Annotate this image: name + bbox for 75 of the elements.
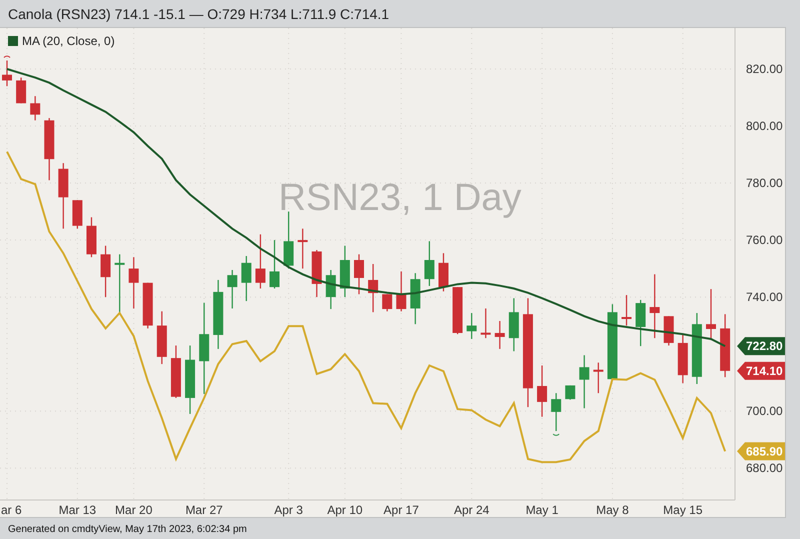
axis-label: Mar 27 xyxy=(185,503,223,517)
falling-candlestick xyxy=(44,118,54,180)
axis-label: Apr 24 xyxy=(454,503,490,517)
rising-candlestick xyxy=(551,393,562,432)
rising-candlestick xyxy=(636,300,646,346)
rising-candlestick xyxy=(114,254,125,313)
falling-candlestick xyxy=(650,274,660,338)
falling-candlestick xyxy=(72,200,82,229)
falling-candlestick xyxy=(354,254,364,294)
axis-label: Apr 3 xyxy=(274,503,303,517)
falling-candlestick xyxy=(622,295,632,326)
falling-candlestick xyxy=(382,294,392,312)
axis-label: Apr 10 xyxy=(327,503,363,517)
falling-candlestick xyxy=(678,334,688,384)
falling-candlestick xyxy=(16,78,26,104)
falling-candlestick xyxy=(2,60,12,86)
falling-candlestick xyxy=(452,287,463,334)
falling-candlestick xyxy=(86,217,96,258)
falling-candlestick xyxy=(255,234,266,288)
falling-candlestick xyxy=(170,346,181,398)
high-marker-icon xyxy=(4,56,10,58)
chart-watermark: RSN23, 1 Day xyxy=(278,177,522,219)
price-tag: 714.10 xyxy=(737,362,785,380)
rising-candlestick xyxy=(227,270,238,308)
falling-candlestick xyxy=(128,257,139,308)
rising-candlestick xyxy=(326,270,336,310)
axis-label: 740.00 xyxy=(746,290,783,304)
falling-candlestick xyxy=(494,321,505,349)
axis-label: Mar 20 xyxy=(115,503,152,517)
axis-label: ar 6 xyxy=(1,503,22,517)
falling-candlestick xyxy=(593,362,604,394)
axis-label: May 1 xyxy=(526,503,558,517)
falling-candlestick xyxy=(156,311,167,364)
axis-label: 680.00 xyxy=(746,461,783,476)
rising-candlestick xyxy=(692,313,702,384)
rising-candlestick xyxy=(410,273,420,324)
rising-candlestick xyxy=(340,246,350,298)
falling-candlestick xyxy=(720,314,730,378)
rising-candlestick xyxy=(185,346,196,414)
rising-candlestick xyxy=(270,240,280,288)
axis-label: May 15 xyxy=(663,503,703,517)
falling-candlestick xyxy=(396,271,406,312)
legend-label: MA (20, Close, 0) xyxy=(22,34,115,48)
low-marker-icon xyxy=(552,434,560,436)
axis-label: 800.00 xyxy=(746,119,783,134)
axis-label: 700.00 xyxy=(746,404,783,418)
price-tag: 685.90 xyxy=(737,442,785,460)
rising-candlestick xyxy=(213,280,224,349)
axis-label: May 8 xyxy=(596,503,629,517)
falling-candlestick xyxy=(706,289,716,340)
falling-candlestick xyxy=(438,253,448,292)
footer-text: Generated on cmdtyView, May 17th 2023, 6:02:34 pm xyxy=(7,523,248,535)
rising-candlestick xyxy=(565,385,576,400)
rising-candlestick xyxy=(466,313,477,339)
axis-label: 760.00 xyxy=(746,233,783,248)
axis-label: Mar 13 xyxy=(58,503,96,517)
rising-candlestick xyxy=(579,355,590,408)
axis-label: Apr 17 xyxy=(384,503,419,517)
falling-candlestick xyxy=(100,246,111,298)
rising-candlestick xyxy=(508,298,519,352)
falling-candlestick xyxy=(664,316,674,346)
price-tag: 722.80 xyxy=(737,337,785,356)
falling-candlestick xyxy=(480,308,491,338)
rising-candlestick xyxy=(424,241,434,286)
chart-title: Canola (RSN23) 714.1 -15.1 — O:729 H:734 L:711.9 C:714.1 xyxy=(7,4,390,24)
falling-candlestick xyxy=(537,365,548,417)
axis-label: 780.00 xyxy=(746,176,783,190)
axis-label: 820.00 xyxy=(746,62,783,76)
falling-candlestick xyxy=(58,163,68,229)
rising-candlestick xyxy=(241,256,252,302)
falling-candlestick xyxy=(142,282,153,328)
falling-candlestick xyxy=(298,228,308,269)
falling-candlestick xyxy=(368,264,378,312)
falling-candlestick xyxy=(30,96,40,120)
falling-candlestick xyxy=(312,250,322,298)
